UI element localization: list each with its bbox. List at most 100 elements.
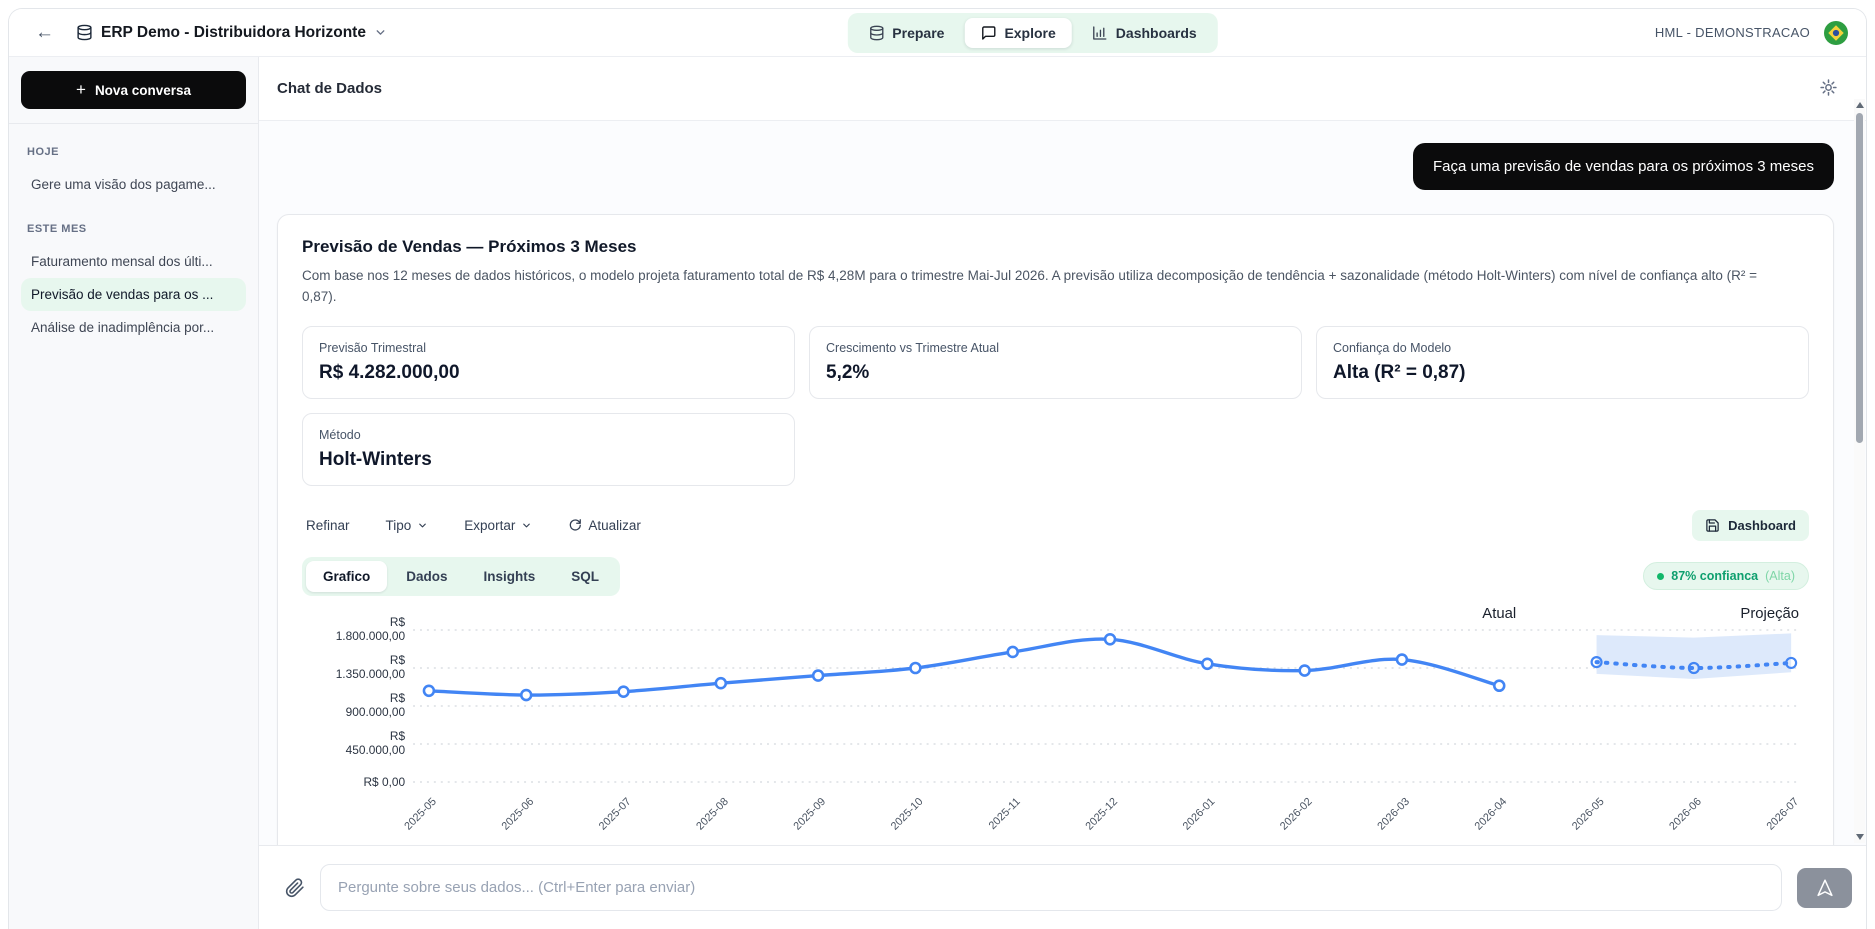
metric-value: Alta (R² = 0,87)	[1333, 362, 1792, 384]
metric-card-crescimento: Crescimento vs Trimestre Atual 5,2%	[809, 326, 1302, 399]
metric-label: Método	[319, 428, 778, 442]
type-label: Tipo	[386, 518, 412, 533]
mode-switcher: Prepare Explore Dashboards	[847, 13, 1217, 53]
tab-insights[interactable]: Insights	[467, 561, 553, 592]
view-tabs-row: Grafico Dados Insights SQL 87% confianca…	[302, 557, 1809, 596]
add-to-dashboard-button[interactable]: Dashboard	[1692, 510, 1809, 541]
metric-label: Previsão Trimestral	[319, 341, 778, 355]
vertical-scrollbar	[1854, 99, 1865, 843]
database-icon	[76, 24, 93, 41]
gear-icon	[1819, 78, 1838, 97]
new-conversation-label: Nova conversa	[95, 83, 191, 98]
app-title: ERP Demo - Distribuidora Horizonte	[101, 24, 366, 42]
metric-value: 5,2%	[826, 362, 1285, 384]
svg-text:450.000,00: 450.000,00	[346, 743, 406, 757]
divider	[9, 123, 258, 124]
refine-label: Refinar	[306, 518, 350, 533]
conversation-item-active[interactable]: Previsão de vendas para os ...	[21, 278, 246, 311]
paperclip-icon	[285, 878, 305, 898]
refresh-button[interactable]: Atualizar	[568, 518, 641, 533]
result-toolbar: Refinar Tipo Exportar	[302, 510, 1809, 541]
conversation-item[interactable]: Gere uma visão dos pagame...	[21, 168, 246, 201]
svg-text:2026-02: 2026-02	[1278, 795, 1315, 832]
scroll-down-arrow-icon[interactable]	[1856, 834, 1864, 840]
tab-grafico[interactable]: Grafico	[306, 561, 387, 592]
confidence-qualifier: (Alta)	[1765, 569, 1795, 583]
svg-text:1.800.000,00: 1.800.000,00	[336, 629, 406, 643]
conversation-item[interactable]: Faturamento mensal dos últi...	[21, 245, 246, 278]
send-button[interactable]	[1797, 868, 1852, 908]
tab-label: Explore	[1004, 25, 1055, 41]
app-window: ← ERP Demo - Distribuidora Horizonte Pre…	[8, 8, 1867, 929]
top-bar: ← ERP Demo - Distribuidora Horizonte Pre…	[9, 9, 1866, 57]
database-icon	[868, 25, 884, 41]
section-title-este-mes: ESTE MES	[27, 223, 240, 235]
metric-value: Holt-Winters	[319, 449, 778, 471]
send-plane-icon	[1814, 877, 1836, 899]
forecast-chart: R$1.800.000,00R$1.350.000,00R$900.000,00…	[302, 604, 1809, 845]
svg-text:R$: R$	[390, 691, 406, 705]
flag-diamond	[1828, 25, 1843, 40]
metric-label: Crescimento vs Trimestre Atual	[826, 341, 1285, 355]
type-dropdown[interactable]: Tipo	[386, 518, 429, 533]
svg-text:2025-07: 2025-07	[597, 795, 634, 832]
chat-bubble-icon	[980, 25, 996, 41]
metric-label: Confiança do Modelo	[1333, 341, 1792, 355]
scrollbar-thumb[interactable]	[1856, 113, 1863, 443]
chat-input[interactable]	[320, 864, 1782, 911]
svg-text:1.350.000,00: 1.350.000,00	[336, 667, 406, 681]
chart-container: R$1.800.000,00R$1.350.000,00R$900.000,00…	[302, 604, 1809, 845]
svg-text:2025-08: 2025-08	[694, 795, 731, 832]
refine-button[interactable]: Refinar	[306, 518, 350, 533]
chevron-down-icon	[417, 520, 428, 531]
conversation-item[interactable]: Análise de inadimplência por...	[21, 311, 246, 344]
user-message-bubble: Faça uma previsão de vendas para os próx…	[1413, 143, 1834, 190]
message-composer	[259, 845, 1866, 929]
settings-button[interactable]	[1815, 74, 1842, 104]
refresh-icon	[568, 518, 582, 532]
tab-sql[interactable]: SQL	[554, 561, 616, 592]
back-button[interactable]: ←	[27, 18, 62, 48]
svg-text:2026-06: 2026-06	[1667, 795, 1704, 832]
main-panel: Chat de Dados Faça uma previsão de	[259, 57, 1866, 929]
conversations-sidebar: + Nova conversa HOJE Gere uma visão dos …	[9, 57, 259, 929]
brazil-flag-avatar[interactable]	[1824, 21, 1848, 45]
attach-file-button[interactable]	[285, 878, 305, 898]
svg-text:R$: R$	[390, 653, 406, 667]
metric-value: R$ 4.282.000,00	[319, 362, 778, 384]
dataset-selector[interactable]: ERP Demo - Distribuidora Horizonte	[76, 24, 387, 42]
tab-label: Prepare	[892, 25, 944, 41]
svg-text:Projeção: Projeção	[1740, 605, 1799, 622]
svg-text:2025-12: 2025-12	[1083, 795, 1120, 832]
dashboard-label: Dashboard	[1728, 518, 1796, 533]
svg-text:2025-11: 2025-11	[987, 795, 1023, 831]
flag-globe	[1833, 29, 1839, 35]
tab-dados[interactable]: Dados	[389, 561, 464, 592]
svg-text:2025-05: 2025-05	[402, 795, 439, 832]
svg-text:R$: R$	[390, 615, 406, 629]
green-dot-icon	[1657, 573, 1664, 580]
view-tabs: Grafico Dados Insights SQL	[302, 557, 620, 596]
chat-messages-area: Faça uma previsão de vendas para os próx…	[259, 121, 1866, 845]
svg-text:Atual: Atual	[1482, 605, 1516, 622]
forecast-result-card: Previsão de Vendas — Próximos 3 Meses Co…	[277, 214, 1834, 845]
chat-header: Chat de Dados	[259, 57, 1866, 121]
refresh-label: Atualizar	[588, 518, 641, 533]
confidence-badge: 87% confianca (Alta)	[1643, 562, 1809, 590]
tab-prepare[interactable]: Prepare	[852, 18, 960, 48]
tab-dashboards[interactable]: Dashboards	[1076, 18, 1213, 48]
new-conversation-button[interactable]: + Nova conversa	[21, 71, 246, 109]
tab-label: Dashboards	[1116, 25, 1197, 41]
result-title: Previsão de Vendas — Próximos 3 Meses	[302, 237, 1809, 257]
metric-card-metodo: Método Holt-Winters	[302, 413, 795, 486]
export-dropdown[interactable]: Exportar	[464, 518, 532, 533]
svg-text:R$ 0,00: R$ 0,00	[363, 775, 405, 789]
tab-explore[interactable]: Explore	[964, 18, 1071, 48]
metrics-grid: Previsão Trimestral R$ 4.282.000,00 Cres…	[302, 326, 1809, 486]
svg-text:2026-04: 2026-04	[1473, 795, 1510, 832]
svg-text:2025-06: 2025-06	[500, 795, 537, 832]
section-title-hoje: HOJE	[27, 146, 240, 158]
svg-text:2026-03: 2026-03	[1375, 795, 1412, 832]
scroll-up-arrow-icon[interactable]	[1856, 102, 1864, 108]
svg-text:2025-10: 2025-10	[889, 795, 926, 832]
